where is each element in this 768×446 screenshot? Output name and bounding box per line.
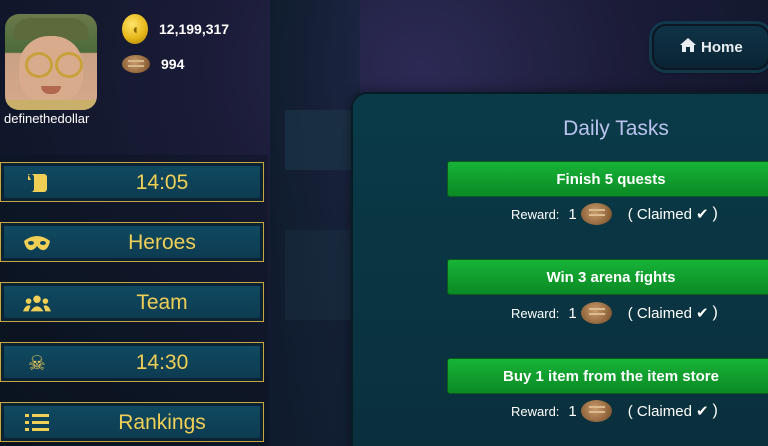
home-label: Home: [701, 38, 743, 56]
avatar-glasses-left: [25, 52, 53, 78]
reward-count: 1: [568, 205, 577, 223]
check-icon: ✔: [695, 403, 709, 420]
claimed-status-end: ): [712, 402, 718, 419]
background-shelf: [285, 230, 355, 320]
task-button-win-arena[interactable]: Win 3 arena fights: [447, 259, 768, 295]
task-reward-row: Reward: 1 ( Claimed ✔ ): [511, 203, 718, 225]
bread-counter: 994: [122, 55, 184, 73]
task-label: Win 3 arena fights: [546, 268, 676, 286]
reward-label: Reward:: [511, 305, 560, 321]
task-label: Finish 5 quests: [556, 170, 666, 188]
menu-item-label: Heroes: [128, 231, 196, 254]
menu-item-quests[interactable]: 14:05: [0, 162, 264, 202]
menu-item-team[interactable]: Team: [0, 282, 264, 322]
menu-item-heroes[interactable]: Heroes: [0, 222, 264, 262]
reward-count: 1: [568, 402, 577, 420]
claimed-status: ( Claimed: [627, 402, 692, 420]
bread-icon: [580, 302, 612, 324]
scroll-icon: [23, 171, 51, 195]
bread-value: 994: [161, 56, 185, 72]
background-wall: [270, 0, 360, 446]
house-icon: [680, 38, 696, 56]
menu-item-label: 14:30: [135, 351, 189, 374]
task-label: Buy 1 item from the item store: [503, 367, 719, 385]
menu-item-label: Team: [136, 291, 188, 314]
gold-value: 12,199,317: [159, 21, 230, 37]
task-reward-row: Reward: 1 ( Claimed ✔ ): [511, 302, 718, 324]
avatar-glasses-right: [55, 52, 83, 78]
claimed-status-end: ): [712, 304, 718, 321]
task-button-finish-quests[interactable]: Finish 5 quests: [447, 161, 768, 197]
check-icon: ✔: [695, 305, 709, 322]
username: definethedollar: [4, 111, 90, 126]
avatar[interactable]: [5, 14, 97, 110]
menu-item-label: 14:05: [135, 171, 189, 194]
gold-coin-icon: ◖: [122, 14, 148, 44]
background-window: [285, 110, 355, 170]
users-icon: [23, 291, 51, 315]
list-icon: [23, 411, 51, 435]
menu-item-arena[interactable]: ☠ 14:30: [0, 342, 264, 382]
gold-counter: ◖ 12,199,317: [122, 14, 229, 44]
claimed-status-end: ): [712, 205, 718, 222]
task-button-buy-item[interactable]: Buy 1 item from the item store: [447, 358, 768, 394]
home-button[interactable]: Home: [652, 24, 768, 70]
mask-icon: [23, 231, 51, 255]
avatar-shirt: [5, 100, 97, 110]
check-icon: ✔: [695, 206, 709, 223]
reward-label: Reward:: [511, 206, 560, 222]
bread-icon: [122, 55, 150, 73]
bread-icon: [580, 400, 612, 422]
skull-crossbones-icon: ☠: [28, 352, 46, 375]
reward-count: 1: [568, 304, 577, 322]
bread-icon: [580, 203, 612, 225]
menu-item-label: Rankings: [118, 411, 206, 434]
claimed-status: ( Claimed: [627, 304, 692, 322]
claimed-status: ( Claimed: [627, 205, 692, 223]
reward-label: Reward:: [511, 403, 560, 419]
menu-item-rankings[interactable]: Rankings: [0, 402, 264, 442]
daily-tasks-title: Daily Tasks: [563, 117, 669, 140]
task-reward-row: Reward: 1 ( Claimed ✔ ): [511, 400, 718, 422]
